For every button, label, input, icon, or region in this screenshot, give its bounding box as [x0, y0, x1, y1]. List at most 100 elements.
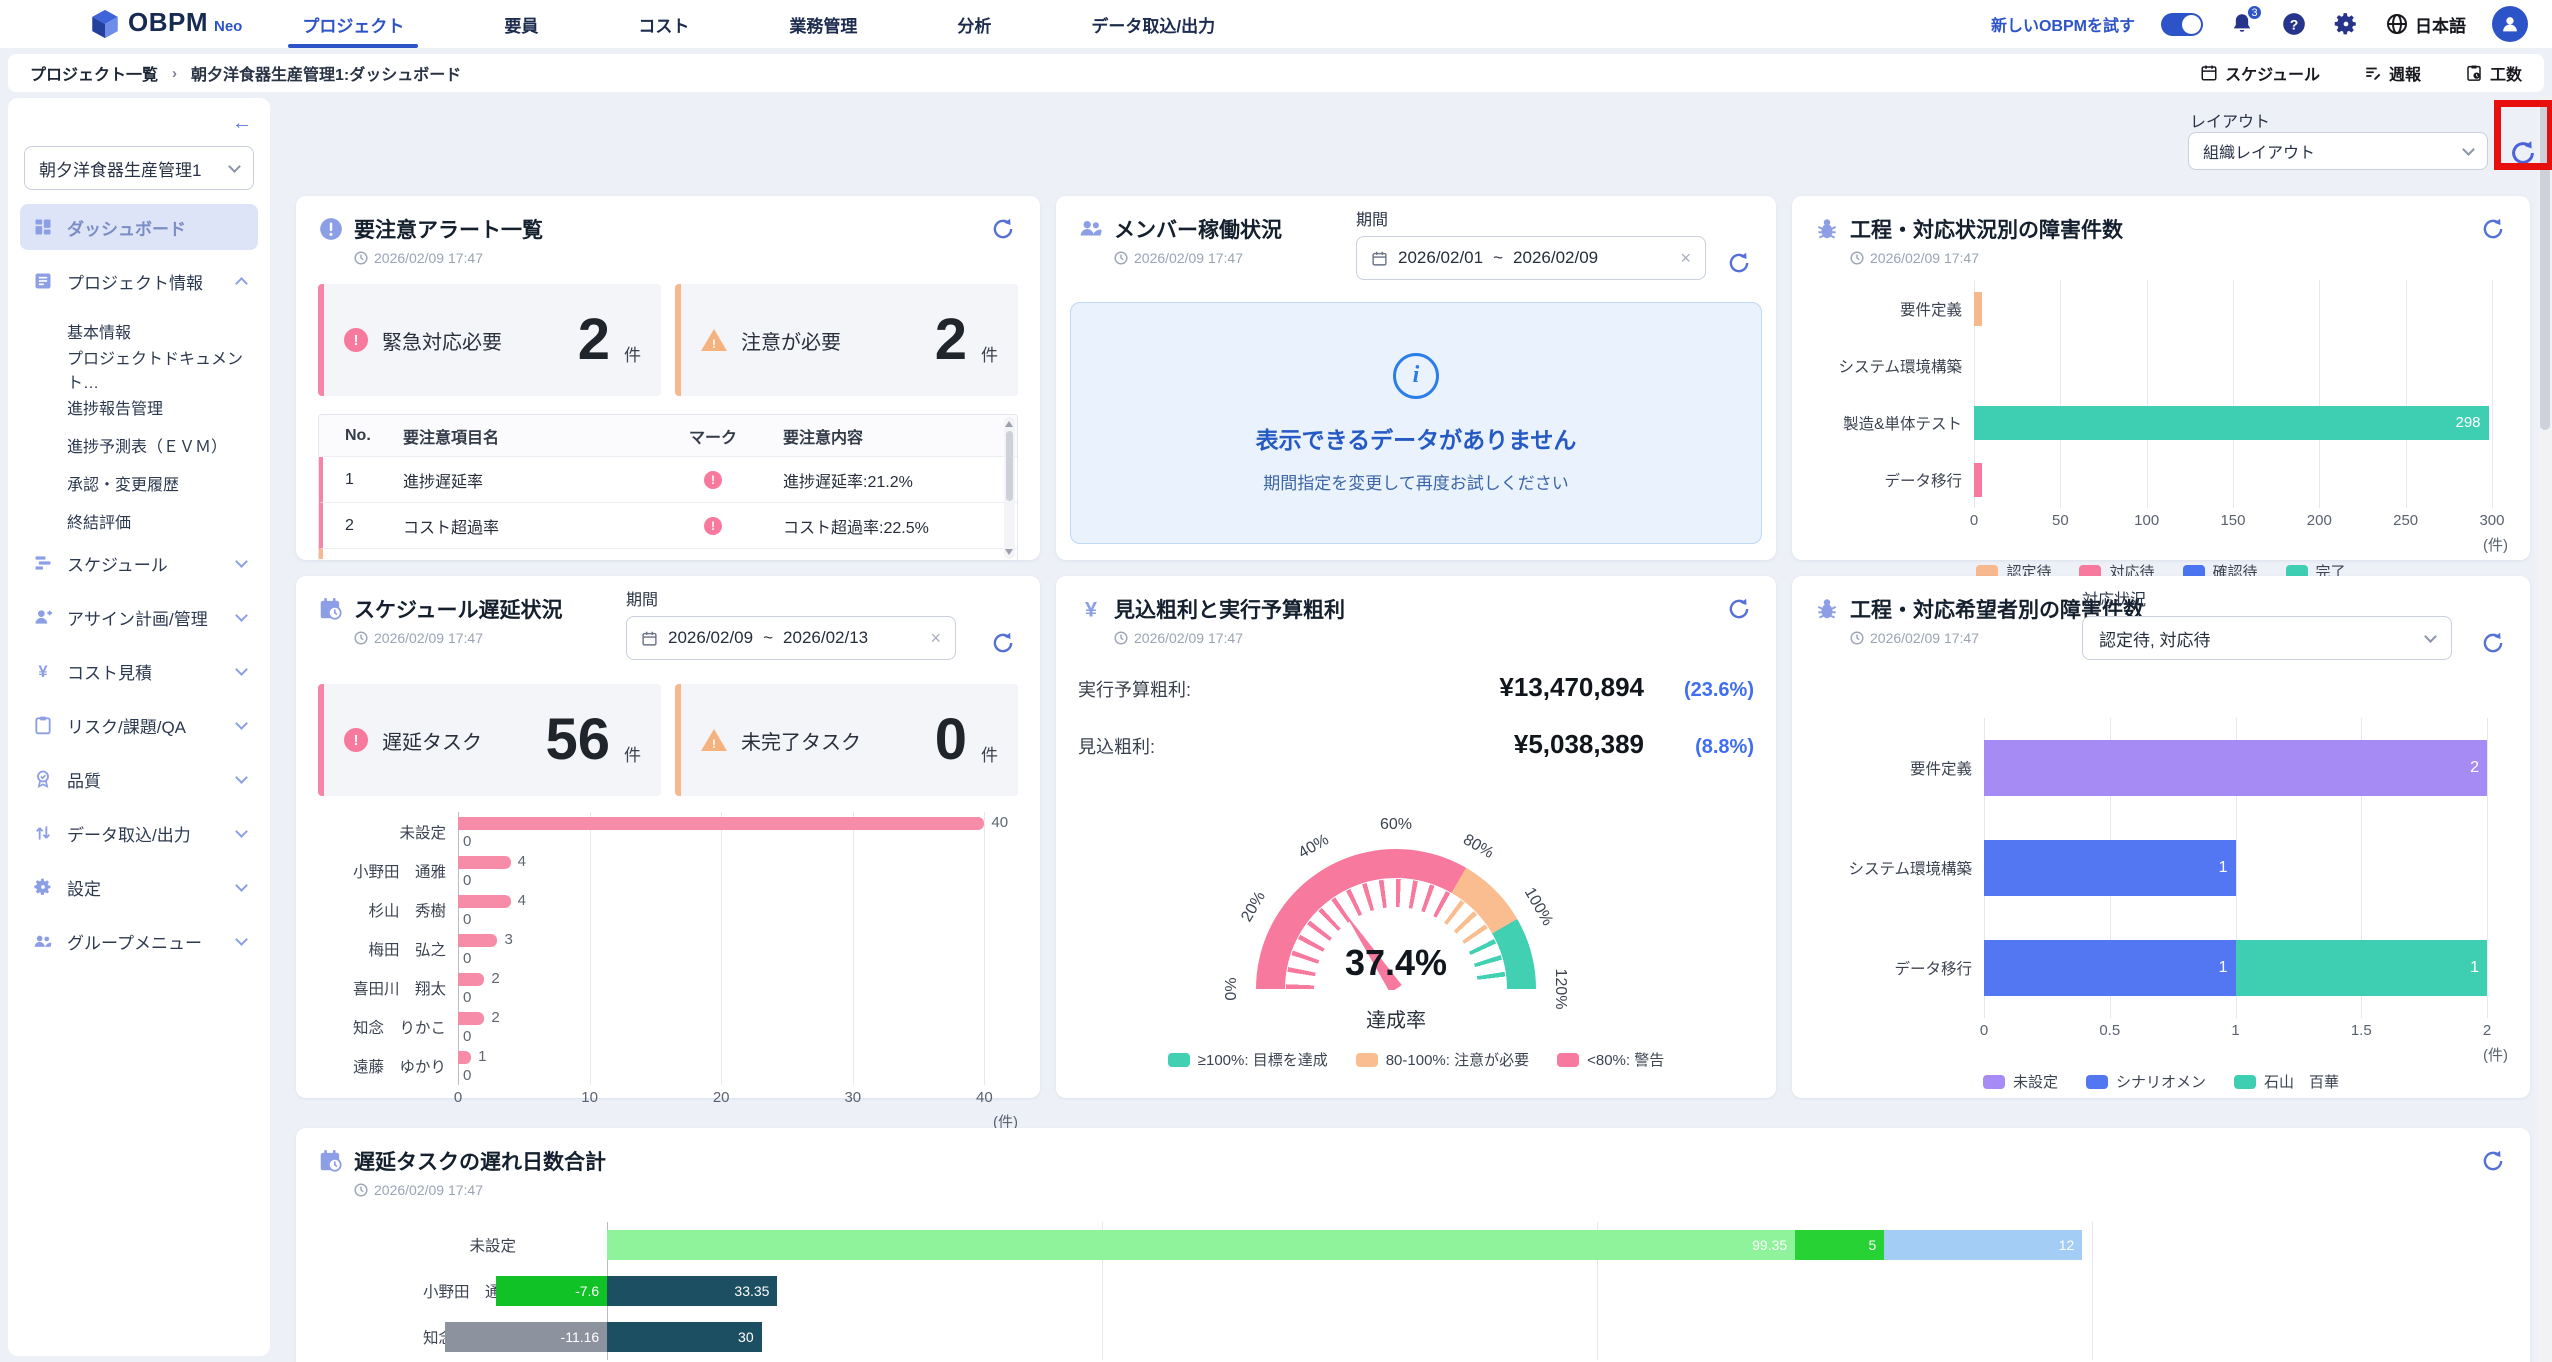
scroll-thumb[interactable]: [1006, 431, 1013, 501]
card-refresh-button[interactable]: [2478, 214, 2508, 244]
delay-stats-row: !遅延タスク56件!未完了タスク0件: [318, 684, 1018, 796]
category-label: 未設定: [318, 1234, 528, 1256]
calendar-clock-icon: [318, 1148, 344, 1174]
card-refresh-button[interactable]: [988, 214, 1018, 244]
bar-segment-完了: 298: [1974, 406, 2489, 440]
sidebar-subitem-進捗報告管理[interactable]: 進捗報告管理: [20, 388, 258, 426]
nav-tab-データ取込/出力[interactable]: データ取込/出力: [1085, 0, 1221, 48]
settings-button[interactable]: [2333, 11, 2359, 37]
chart-row-製造&単体テスト: 製造&単体テスト298: [1814, 394, 2508, 451]
sidebar-item-label: グループメニュー: [67, 929, 202, 954]
scroll-down-arrow[interactable]: [1005, 549, 1013, 555]
gauge-label: 達成率: [1206, 1004, 1586, 1033]
axis-tick-label: 20: [713, 1089, 730, 1106]
bar-delayed-tasks: [458, 973, 484, 986]
try-new-obpm-toggle[interactable]: [2161, 13, 2203, 36]
sidebar-item-プロジェクト情報[interactable]: プロジェクト情報: [20, 258, 258, 304]
person-icon: [2499, 13, 2521, 35]
weekly-report-action[interactable]: 週報: [2364, 61, 2421, 85]
cell-mark: !: [643, 517, 783, 535]
user-avatar[interactable]: [2492, 6, 2528, 42]
alert-stats-row: !緊急対応必要2件!注意が必要2件: [318, 284, 1018, 396]
chart-row-未設定: 未設定400: [318, 812, 1018, 851]
nav-tab-要員[interactable]: 要員: [498, 0, 544, 48]
legend-label: 80-100%: 注意が必要: [1386, 1049, 1529, 1070]
nav-tab-コスト[interactable]: コスト: [632, 0, 695, 48]
scroll-up-arrow[interactable]: [1005, 421, 1013, 427]
layout-select[interactable]: 組織レイアウト: [2188, 132, 2488, 170]
axis-tick-label: 300: [2479, 512, 2504, 529]
svg-text:¥: ¥: [1085, 597, 1097, 622]
refresh-icon: [2508, 138, 2538, 168]
table-scrollbar[interactable]: [1004, 417, 1015, 559]
stat-box-未完了タスク: !未完了タスク0件: [675, 684, 1018, 796]
sidebar-item-コスト見積[interactable]: ¥コスト見積: [20, 648, 258, 694]
card-refresh-button[interactable]: [988, 628, 1018, 658]
notifications-button[interactable]: 3: [2229, 11, 2255, 37]
bar-segment-石山 百華: 1: [2236, 940, 2488, 996]
sidebar-subitem-承認・変更履歴[interactable]: 承認・変更履歴: [20, 464, 258, 502]
bar-track: -11.1630: [528, 1314, 2508, 1360]
nav-tab-分析[interactable]: 分析: [951, 0, 997, 48]
table-row[interactable]: 2コスト超過率!コスト超過率:22.5%: [319, 503, 1017, 549]
calendar-icon: [641, 630, 658, 647]
sidebar-subitem-進捗予測表（ＥＶＭ）[interactable]: 進捗予測表（ＥＶＭ）: [20, 426, 258, 464]
bar-track: 298: [1974, 394, 2508, 451]
project-select[interactable]: 朝夕洋食器生産管理1: [24, 146, 254, 190]
period-end: 2026/02/09: [1513, 248, 1598, 268]
sidebar-subitem-終結評価[interactable]: 終結評価: [20, 502, 258, 540]
bar-value-label: 2: [491, 1009, 499, 1026]
legend-color-chip: [1356, 1053, 1378, 1067]
dashboard-refresh-button[interactable]: [2504, 134, 2542, 172]
scrollbar-thumb[interactable]: [2540, 100, 2550, 430]
page-scrollbar[interactable]: [2538, 96, 2552, 1362]
table-row[interactable]: 1進捗遅延率!進捗遅延率:21.2%: [319, 457, 1017, 503]
sidebar-item-設定[interactable]: 設定: [20, 864, 258, 910]
bar-zero-label: 0: [463, 872, 471, 889]
period-date-range-input[interactable]: 2026/02/09 ~ 2026/02/13 ×: [626, 616, 956, 660]
bar-track: 30: [458, 929, 1018, 968]
card-refresh-button[interactable]: [2478, 628, 2508, 658]
nav-tab-プロジェクト[interactable]: プロジェクト: [296, 0, 410, 48]
language-selector[interactable]: 日本語: [2385, 12, 2466, 37]
clock-icon: [354, 251, 368, 265]
card-defects-by-status: 工程・対応状況別の障害件数 2026/02/09 17:47 要件定義システム環…: [1792, 196, 2530, 560]
sidebar-item-スケジュール[interactable]: スケジュール: [20, 540, 258, 586]
nav-tab-業務管理[interactable]: 業務管理: [783, 0, 863, 48]
chevron-down-icon: [235, 663, 248, 676]
cell-content: 進捗遅延率:21.2%: [783, 468, 1017, 492]
sidebar-subitem-プロジェクトドキュメント…[interactable]: プロジェクトドキュメント…: [20, 350, 258, 388]
quality-icon: [32, 769, 54, 789]
sidebar-collapse-button[interactable]: ←: [232, 112, 252, 135]
card-title: 遅延タスクの遅れ日数合計: [354, 1146, 606, 1176]
bar-delayed-tasks: [458, 1051, 471, 1064]
sidebar-item-アサイン計画/管理[interactable]: アサイン計画/管理: [20, 594, 258, 640]
help-button[interactable]: ?: [2281, 11, 2307, 37]
sidebar-item-グループメニュー[interactable]: グループメニュー: [20, 918, 258, 964]
sidebar-menu: ダッシュボードプロジェクト情報基本情報プロジェクトドキュメント…進捗報告管理進捗…: [20, 204, 258, 964]
bar-zero-label: 0: [463, 989, 471, 1006]
card-refresh-button[interactable]: [2478, 1146, 2508, 1176]
sidebar-item-リスク/課題/QA[interactable]: リスク/課題/QA: [20, 702, 258, 748]
stat-unit: 件: [981, 341, 998, 366]
status-filter-select[interactable]: 認定待, 対応待: [2082, 616, 2452, 660]
category-label: 知念 りかこ: [318, 1016, 458, 1038]
card-refresh-button[interactable]: [1724, 594, 1754, 624]
clear-date-icon[interactable]: ×: [930, 628, 941, 649]
legend-color-chip: [1557, 1053, 1579, 1067]
legend-label: <80%: 警告: [1587, 1049, 1664, 1070]
x-axis: 00.511.52: [1984, 1018, 2508, 1042]
bar-track: [1974, 280, 2508, 337]
period-date-range-input[interactable]: 2026/02/01 ~ 2026/02/09 ×: [1356, 236, 1706, 280]
man-hours-action[interactable]: 工数: [2465, 61, 2522, 85]
sidebar-item-データ取込/出力[interactable]: データ取込/出力: [20, 810, 258, 856]
clear-date-icon[interactable]: ×: [1680, 248, 1691, 269]
profit-amount: ¥5,038,389: [1514, 729, 1644, 760]
sidebar-item-ダッシュボード[interactable]: ダッシュボード: [20, 204, 258, 250]
schedule-action[interactable]: スケジュール: [2200, 61, 2320, 85]
card-refresh-button[interactable]: [1724, 248, 1754, 278]
sidebar-item-品質[interactable]: 品質: [20, 756, 258, 802]
gauge-tick-label: 120%: [1551, 969, 1569, 1010]
breadcrumb-project-list[interactable]: プロジェクト一覧: [30, 61, 158, 85]
gauge-tick-label: 60%: [1380, 816, 1412, 834]
